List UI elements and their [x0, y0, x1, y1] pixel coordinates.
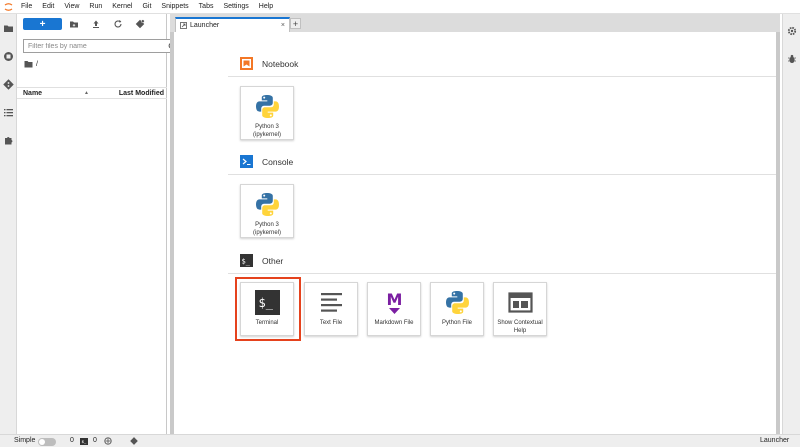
- extensions-icon[interactable]: [3, 135, 14, 146]
- section-other: $_ Other: [240, 254, 283, 267]
- notebook-icon: [240, 57, 253, 70]
- upload-icon[interactable]: [91, 19, 101, 29]
- markdown-icon: M: [386, 290, 402, 314]
- menu-tabs[interactable]: Tabs: [194, 0, 219, 14]
- terminal-section-icon: $_: [240, 254, 253, 267]
- section-notebook: Notebook: [240, 57, 298, 70]
- new-launcher-button[interactable]: +: [23, 18, 62, 30]
- simple-mode-label: Simple: [14, 437, 36, 444]
- card-label: Text File: [319, 320, 343, 326]
- launcher-card-notebook-python3[interactable]: Python 3 (ipykernel): [240, 86, 294, 140]
- section-divider: [228, 76, 776, 77]
- tab-launcher-label: Launcher: [190, 22, 220, 29]
- file-list-header: Name ▲ Last Modified: [17, 87, 167, 99]
- kernel-status-icon[interactable]: [104, 437, 112, 445]
- git-status-icon[interactable]: [130, 437, 138, 445]
- simple-mode-toggle[interactable]: [38, 438, 56, 446]
- python-icon: [255, 95, 279, 118]
- contextual-help-icon: [507, 292, 533, 313]
- right-sidebar: [782, 14, 800, 434]
- main-dock-area: Launcher × + Notebook Python 3 (ipykerne…: [170, 14, 780, 434]
- menu-snippets[interactable]: Snippets: [156, 0, 193, 14]
- menu-kernel[interactable]: Kernel: [107, 0, 137, 14]
- text-file-icon: [320, 293, 342, 312]
- new-folder-icon[interactable]: [69, 19, 79, 29]
- section-console: Console: [240, 155, 293, 168]
- section-other-title: Other: [262, 255, 284, 266]
- menu-edit[interactable]: Edit: [37, 0, 59, 14]
- menu-help[interactable]: Help: [254, 0, 278, 14]
- git-clone-icon[interactable]: [135, 19, 145, 29]
- terminal-badge-icon: $_: [80, 438, 88, 445]
- card-label: Show Contextual Help: [497, 320, 543, 334]
- menu-settings[interactable]: Settings: [218, 0, 253, 14]
- launcher-card-markdown-file[interactable]: M Markdown File: [367, 282, 421, 336]
- python-icon: [255, 193, 279, 216]
- section-console-title: Console: [262, 156, 294, 167]
- tab-bar: Launcher × +: [170, 14, 780, 32]
- sort-arrow-up-icon: ▲: [84, 90, 89, 96]
- running-kernels-icon[interactable]: [3, 51, 14, 62]
- git-icon[interactable]: [3, 79, 14, 90]
- tab-launcher[interactable]: Launcher ×: [175, 17, 290, 32]
- launcher-card-contextual-help[interactable]: Show Contextual Help: [493, 282, 547, 336]
- card-label: Python 3 (ipykernel): [252, 124, 281, 138]
- name-column-header[interactable]: Name: [23, 90, 42, 97]
- file-browser: + / Name ▲ Last Modified: [17, 14, 181, 434]
- svg-text:$_: $_: [242, 258, 251, 266]
- debugger-bug-icon[interactable]: [787, 54, 797, 64]
- breadcrumb-root[interactable]: /: [36, 61, 38, 68]
- card-label: Markdown File: [374, 320, 414, 326]
- refresh-icon[interactable]: [113, 19, 123, 29]
- highlight-box: [235, 277, 301, 341]
- gear-icon[interactable]: [787, 26, 797, 36]
- card-label: Python File: [441, 320, 472, 326]
- breadcrumb[interactable]: /: [24, 59, 38, 69]
- last-modified-column-header[interactable]: Last Modified: [119, 90, 164, 97]
- launcher-card-text-file[interactable]: Text File: [304, 282, 358, 336]
- console-icon: [240, 155, 253, 168]
- folder-icon: [24, 61, 33, 68]
- menu-run[interactable]: Run: [84, 0, 107, 14]
- launcher-panel: Notebook Python 3 (ipykernel) Console Py…: [174, 32, 776, 434]
- launcher-tab-icon: [180, 22, 187, 29]
- python-icon: [445, 291, 469, 314]
- close-icon[interactable]: ×: [281, 22, 285, 29]
- menu-git[interactable]: Git: [137, 0, 156, 14]
- folder-icon[interactable]: [3, 23, 14, 34]
- launcher-card-python-file[interactable]: Python File: [430, 282, 484, 336]
- section-notebook-title: Notebook: [262, 58, 299, 69]
- left-activity-bar: [0, 14, 17, 434]
- table-of-contents-icon[interactable]: [3, 107, 14, 118]
- svg-text:M: M: [386, 290, 402, 309]
- section-divider: [228, 273, 776, 274]
- jupyter-logo-icon[interactable]: [0, 0, 16, 14]
- section-divider: [228, 174, 776, 175]
- current-activity-label: Launcher: [760, 437, 790, 444]
- menu-bar: File Edit View Run Kernel Git Snippets T…: [0, 0, 800, 14]
- filter-files-input[interactable]: [24, 40, 164, 52]
- add-tab-button[interactable]: +: [290, 18, 301, 29]
- kernels-count[interactable]: 0: [70, 437, 74, 444]
- filter-files-field[interactable]: [23, 39, 181, 53]
- menu-file[interactable]: File: [16, 0, 37, 14]
- terminals-count[interactable]: 0: [93, 437, 97, 444]
- launcher-card-console-python3[interactable]: Python 3 (ipykernel): [240, 184, 294, 238]
- menu-view[interactable]: View: [59, 0, 84, 14]
- status-bar: Simple 0 $_ 0 Launcher: [0, 434, 800, 447]
- card-label: Python 3 (ipykernel): [252, 222, 281, 236]
